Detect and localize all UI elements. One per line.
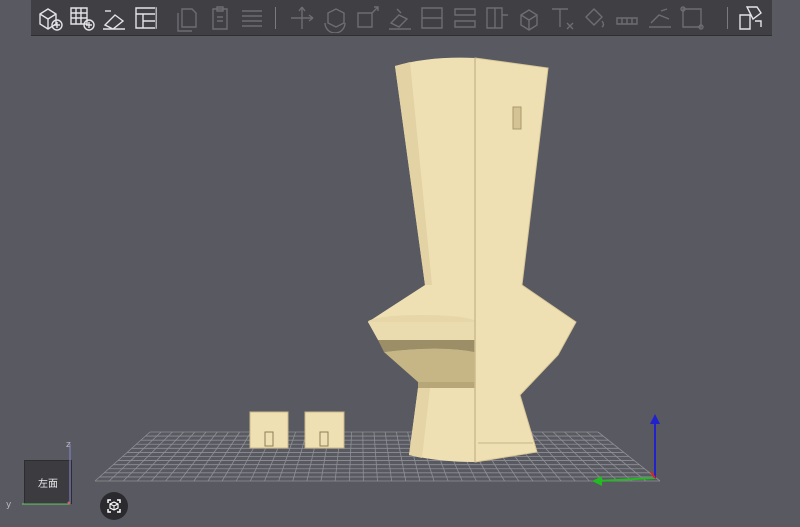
view-cube-axis-y-label: y (6, 500, 12, 510)
small-cube-model-1[interactable] (249, 411, 289, 449)
small-cube-model-2[interactable] (304, 411, 345, 449)
view-cube-axes (22, 444, 71, 505)
world-axes (592, 414, 660, 486)
vase-model[interactable] (368, 57, 577, 463)
build-plate-grid (94, 431, 661, 482)
camera-view-button[interactable] (100, 492, 128, 520)
3d-viewport[interactable] (0, 0, 800, 527)
camera-view-icon (107, 499, 121, 513)
